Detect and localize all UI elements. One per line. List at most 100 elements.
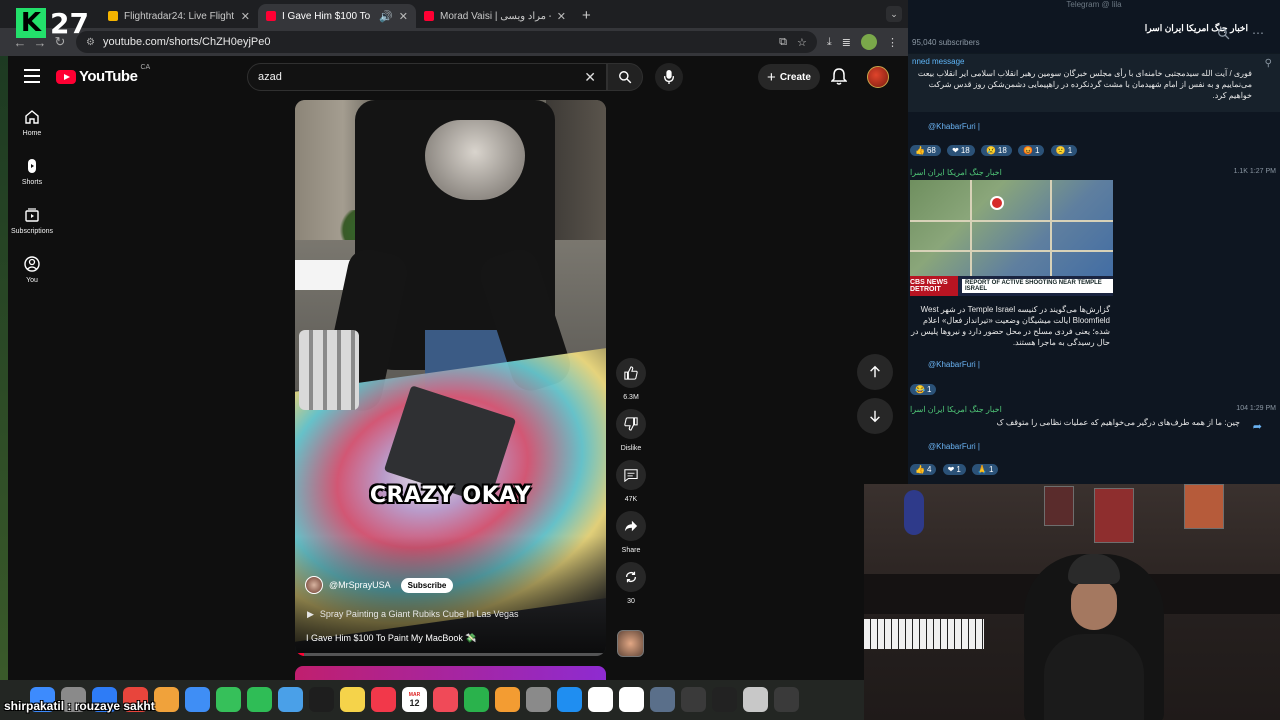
notion-dock-icon[interactable] [588, 687, 613, 712]
sidebar-item-subscriptions[interactable]: Subscriptions [0, 196, 64, 245]
forward-icon[interactable]: ➦ [1253, 420, 1262, 433]
video-title[interactable]: I Gave Him $100 To Paint My MacBook 💸 [306, 633, 477, 644]
channel-link[interactable]: @KhabarFuri | [928, 442, 980, 451]
audio-thumbnail[interactable] [617, 630, 644, 657]
telegram-channel-header[interactable]: اخبار جنگ امریکا ایران اسرا 95,040 subsc… [908, 14, 1280, 54]
network-dock-icon[interactable] [743, 687, 768, 712]
plus-icon: + [767, 68, 776, 86]
channel-link[interactable]: @KhabarFuri | [928, 360, 980, 369]
calendar-dock-icon[interactable]: MAR 12 [402, 687, 427, 712]
mail-dock-icon[interactable] [185, 687, 210, 712]
pages-dock-icon[interactable] [495, 687, 520, 712]
vpn-dock-icon[interactable] [650, 687, 675, 712]
sender-name[interactable]: اخبار جنگ امریکا ایران اسرا [910, 405, 1002, 414]
related-video-link[interactable]: ▶ Spray Painting a Giant Rubiks Cube In … [307, 609, 519, 620]
reaction-thumbs-up[interactable]: 👍 68 [910, 145, 941, 156]
cast-icon[interactable]: ⧉ [779, 36, 787, 49]
obs-dock-icon[interactable] [681, 687, 706, 712]
news-video-thumbnail[interactable]: CBS NEWS DETROIT REPORT OF ACTIVE SHOOTI… [910, 180, 1113, 296]
tab-search-icon[interactable]: ⌄ [886, 6, 902, 22]
settings-dock-icon[interactable] [526, 687, 551, 712]
search-input[interactable]: azad ✕ [247, 63, 607, 91]
like-action[interactable]: 6.3M [615, 358, 647, 401]
address-bar-row: ← → ↻ ⚙ youtube.com/shorts/ChZH0eyjPe0 ⧉… [0, 28, 908, 56]
sender-name[interactable]: اخبار جنگ امریکا ایران اسرا [910, 168, 1002, 177]
remix-icon [625, 571, 637, 583]
mute-tab-icon[interactable]: 🔊 [379, 10, 393, 23]
clear-search-icon[interactable]: ✕ [584, 69, 596, 86]
dislike-action[interactable]: Dislike [615, 409, 647, 452]
subscribe-button[interactable]: Subscribe [400, 577, 454, 593]
new-tab-icon[interactable]: + [582, 7, 591, 24]
download-icon[interactable]: ⤓ [827, 36, 832, 49]
pin-icon[interactable]: ⚲ [1265, 58, 1272, 69]
dislike-label: Dislike [620, 445, 642, 452]
numbers-dock-icon[interactable] [464, 687, 489, 712]
extensions-icon[interactable]: ≣ [842, 36, 851, 49]
create-button[interactable]: + Create [758, 64, 820, 90]
unity-dock-icon[interactable] [712, 687, 737, 712]
tab-title: Morad Vaisi | مراد ویسی - YouT [440, 10, 551, 22]
sidebar-label: Subscriptions [10, 227, 54, 235]
voice-search-button[interactable] [655, 63, 683, 91]
guitar-image [904, 490, 924, 535]
reaction-sad[interactable]: 😢 18 [980, 145, 1012, 156]
photos-dock-icon[interactable] [154, 687, 179, 712]
reaction-heart[interactable]: ❤ 18 [947, 145, 975, 156]
wacom-dock-icon[interactable] [774, 687, 799, 712]
notes-dock-icon[interactable] [340, 687, 365, 712]
close-tab-icon[interactable]: ✕ [399, 10, 408, 23]
next-short-preview[interactable] [295, 666, 606, 680]
tv-dock-icon[interactable] [309, 687, 334, 712]
more-icon[interactable]: ⋯ [1252, 26, 1264, 40]
tab-flightradar[interactable]: Flightradar24: Live Flight Tra ✕ [100, 4, 258, 28]
sidebar-item-shorts[interactable]: Shorts [0, 147, 64, 196]
maps-dock-icon[interactable] [278, 687, 303, 712]
facetime-dock-icon[interactable] [247, 687, 272, 712]
account-avatar[interactable] [867, 66, 889, 88]
channel-name[interactable]: @MrSprayUSA [329, 580, 391, 590]
reaction-frown[interactable]: 🙁 1 [1050, 145, 1078, 156]
sidebar-item-you[interactable]: You [0, 245, 64, 294]
menu-icon[interactable] [24, 69, 40, 83]
bookmark-star-icon[interactable]: ☆ [797, 36, 807, 49]
news-dock-icon[interactable] [433, 687, 458, 712]
browser-menu-icon[interactable]: ⋮ [887, 36, 898, 49]
next-short-button[interactable] [857, 398, 893, 434]
youtube-page: YouTube CA azad ✕ + Create Home Shorts S… [0, 56, 908, 680]
user-icon [24, 255, 40, 272]
music-dock-icon[interactable] [371, 687, 396, 712]
close-tab-icon[interactable]: ✕ [557, 10, 566, 23]
desktop-edge [0, 56, 8, 680]
calendar31-dock-icon[interactable] [619, 687, 644, 712]
youtube-logo[interactable]: YouTube CA [56, 64, 150, 85]
close-tab-icon[interactable]: ✕ [241, 10, 250, 23]
pinned-message[interactable]: nned message فوری / آیت الله سیدمجتبی خا… [908, 54, 1280, 112]
reaction-pray[interactable]: 🙏 1 [972, 464, 999, 475]
channel-avatar[interactable] [305, 576, 323, 594]
appstore-dock-icon[interactable] [557, 687, 582, 712]
sidebar-item-home[interactable]: Home [0, 98, 64, 147]
messages-dock-icon[interactable] [216, 687, 241, 712]
reaction-angry[interactable]: 😡 1 [1018, 145, 1045, 156]
url-field[interactable]: ⚙ youtube.com/shorts/ChZH0eyjPe0 ⧉ ☆ [76, 31, 817, 53]
profile-avatar[interactable] [861, 34, 877, 50]
tab-morad-vaisi[interactable]: Morad Vaisi | مراد ویسی - YouT ✕ [416, 4, 574, 28]
shorts-video-player[interactable]: CRAZY OKAY @MrSprayUSA Subscribe ▶ Spray… [295, 100, 606, 656]
search-button[interactable] [607, 63, 643, 91]
share-action[interactable]: Share [615, 511, 647, 554]
message-text: گزارش‌ها می‌گویند در کنیسه Temple Israel… [911, 305, 1110, 347]
tab-youtube-short[interactable]: I Gave Him $100 To Paint 🔊 ✕ [258, 4, 416, 28]
video-progress-fill [295, 653, 305, 656]
notifications-icon[interactable] [830, 68, 848, 90]
reaction-laugh[interactable]: 😂 1 [910, 384, 937, 395]
previous-short-button[interactable] [857, 354, 893, 390]
reaction-thumbs-up[interactable]: 👍 4 [910, 464, 937, 475]
reaction-heart[interactable]: ❤ 1 [942, 464, 966, 475]
comments-action[interactable]: 47K [615, 460, 647, 503]
video-progress-bar[interactable] [295, 653, 606, 656]
search-icon[interactable] [1217, 27, 1230, 45]
remix-action[interactable]: 30 [615, 562, 647, 605]
map-marker-icon [990, 196, 1004, 210]
channel-link[interactable]: @KhabarFuri | [928, 122, 980, 131]
